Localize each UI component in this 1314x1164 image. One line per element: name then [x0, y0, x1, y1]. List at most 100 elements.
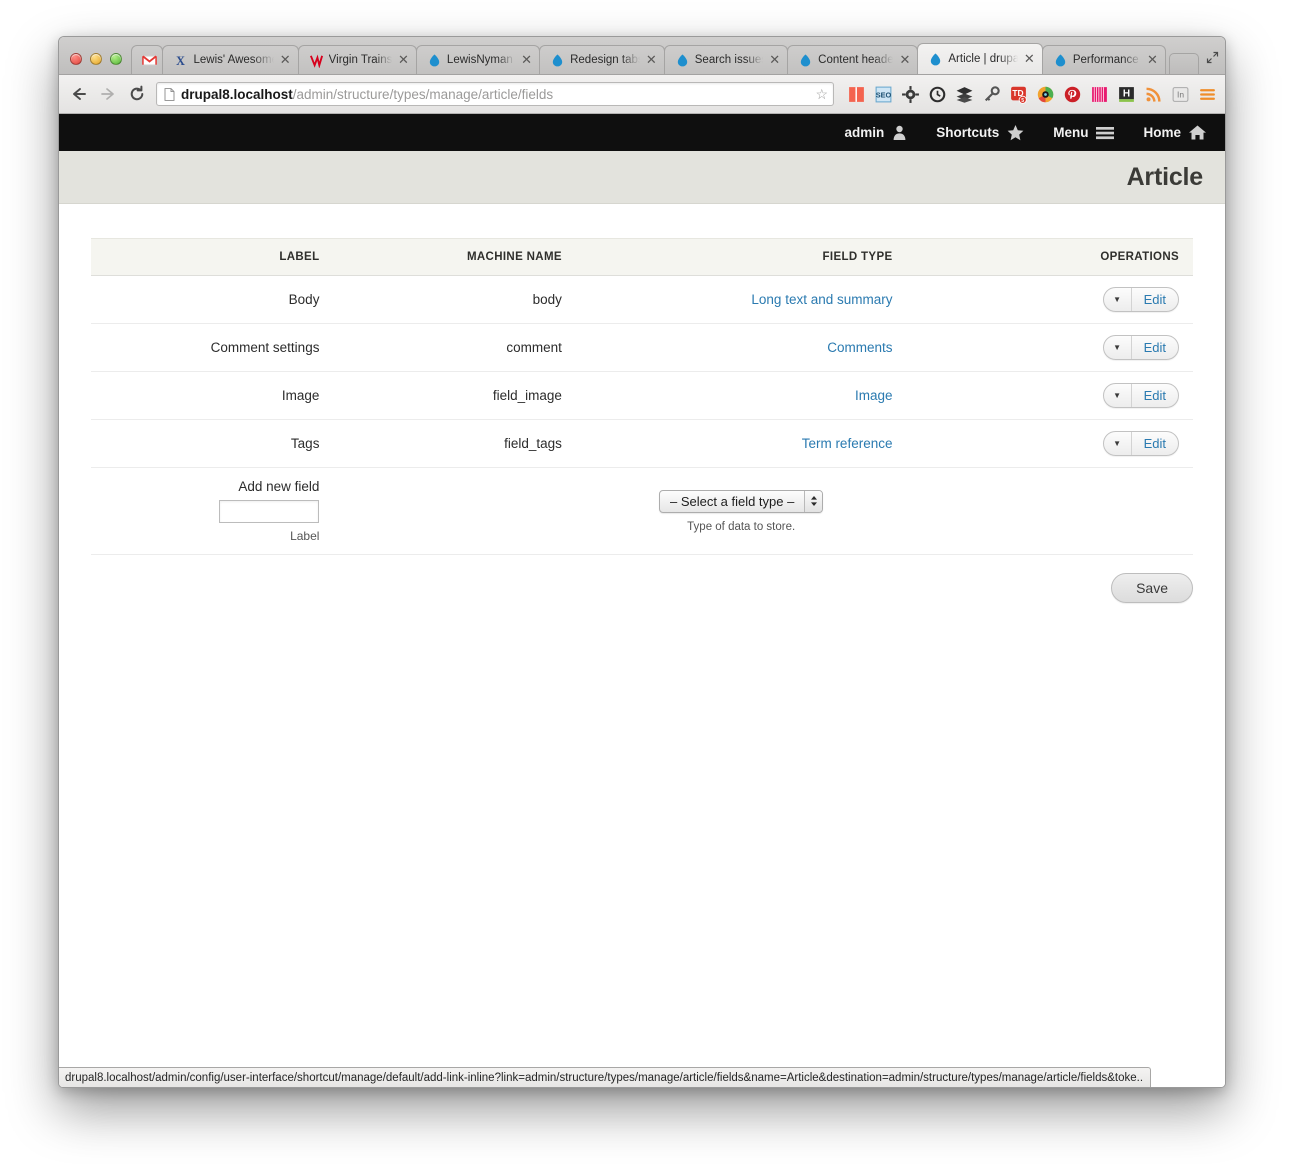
- rss-icon[interactable]: [1144, 85, 1163, 104]
- edit-split-button[interactable]: ▼ Edit: [1102, 431, 1179, 456]
- new-tab-button[interactable]: [1169, 53, 1199, 74]
- browser-toolbar: drupal8.localhost/admin/structure/types/…: [59, 75, 1225, 114]
- tab-title: Search issues: [694, 54, 764, 66]
- cell-label: Body: [91, 275, 334, 324]
- chevron-down-icon[interactable]: ▼: [1104, 384, 1132, 407]
- edit-split-button[interactable]: ▼ Edit: [1102, 287, 1179, 312]
- forward-icon[interactable]: [98, 84, 118, 104]
- edit-button-label[interactable]: Edit: [1132, 288, 1178, 311]
- field-type-link[interactable]: Image: [855, 388, 893, 403]
- pinterest-icon[interactable]: [1063, 85, 1082, 104]
- pattern-icon[interactable]: [1090, 85, 1109, 104]
- user-icon: [893, 125, 906, 140]
- browser-window: X Lewis' Awesome ✕ Virgin Trains: ✕ Lewi…: [58, 36, 1226, 1088]
- browser-tab[interactable]: [131, 45, 164, 74]
- svg-text:In: In: [1177, 89, 1184, 99]
- browser-tab[interactable]: Search issues ✕: [663, 45, 789, 74]
- toolbar-admin-label: admin: [844, 125, 885, 140]
- back-icon[interactable]: [69, 84, 89, 104]
- cell-label: Comment settings: [91, 323, 334, 372]
- field-type-link[interactable]: Long text and summary: [751, 292, 892, 307]
- browser-tab[interactable]: Content header ✕: [787, 45, 919, 74]
- column-header-label: LABEL: [91, 238, 334, 276]
- tab-title: Redesign tabs: [570, 54, 640, 66]
- add-row-field-type-cell: – Select a field type – .Type of data to…: [575, 467, 907, 555]
- chevron-down-icon[interactable]: ▼: [1104, 288, 1132, 311]
- toolbar-home-label: Home: [1143, 125, 1181, 140]
- browser-tab[interactable]: Redesign tabs ✕: [539, 45, 665, 74]
- close-icon[interactable]: ✕: [645, 53, 658, 67]
- home-icon: [1189, 125, 1206, 140]
- field-type-select-wrapper: – Select a field type –: [590, 489, 893, 513]
- key-icon[interactable]: [982, 85, 1001, 104]
- seo-icon[interactable]: SEO: [874, 85, 893, 104]
- field-type-select-value: – Select a field type –: [670, 493, 795, 509]
- close-icon[interactable]: ✕: [1146, 53, 1159, 67]
- chevron-down-icon[interactable]: ▼: [1104, 432, 1132, 455]
- close-icon[interactable]: ✕: [898, 53, 911, 67]
- field-type-link[interactable]: Term reference: [802, 436, 893, 451]
- browser-tab[interactable]: Virgin Trains: ✕: [297, 45, 417, 74]
- toolbar-item-home[interactable]: Home: [1143, 124, 1207, 141]
- close-icon[interactable]: ✕: [768, 53, 781, 67]
- reload-icon[interactable]: [127, 84, 147, 104]
- minimize-window-button[interactable]: [90, 53, 102, 65]
- table-row: ▼ Edit Image field_image Image: [91, 371, 1193, 420]
- add-new-field-row: – Select a field type – .Type of data to…: [91, 467, 1193, 555]
- table-row: ▼ Edit Long text and summary body Body: [91, 275, 1193, 324]
- edit-split-button[interactable]: ▼ Edit: [1102, 335, 1179, 360]
- toolbar-item-menu[interactable]: Menu: [1053, 125, 1115, 141]
- window-controls: [65, 53, 131, 74]
- url-text: drupal8.localhost/admin/structure/types/…: [181, 87, 809, 102]
- bookmark-star-icon[interactable]: ☆: [815, 86, 828, 103]
- close-icon[interactable]: ✕: [520, 53, 533, 67]
- gear-icon[interactable]: [901, 85, 920, 104]
- close-window-button[interactable]: [70, 53, 82, 65]
- maximize-window-button[interactable]: [110, 53, 122, 65]
- edit-button-label[interactable]: Edit: [1132, 432, 1178, 455]
- toolbar-item-admin[interactable]: admin: [844, 124, 908, 141]
- edit-button-label[interactable]: Edit: [1132, 336, 1178, 359]
- tab-title: LewisNyman |: [446, 54, 516, 66]
- close-icon[interactable]: ✕: [1023, 52, 1036, 66]
- edit-button-label[interactable]: Edit: [1132, 384, 1178, 407]
- toolbar-item-shortcuts[interactable]: Shortcuts: [936, 124, 1025, 142]
- field-type-description: .Type of data to store: [687, 520, 796, 533]
- browser-tab[interactable]: Performance | ✕: [1041, 45, 1166, 74]
- chevron-down-icon[interactable]: ▼: [1104, 336, 1132, 359]
- toolbar-menu-label: Menu: [1053, 125, 1089, 140]
- table-header-row: OPERATIONS FIELD TYPE MACHINE NAME LABEL: [91, 238, 1193, 276]
- star-icon: [1007, 124, 1024, 140]
- hootsuite-icon[interactable]: H: [1117, 85, 1136, 104]
- edit-split-button[interactable]: ▼ Edit: [1102, 383, 1179, 408]
- fullscreen-icon[interactable]: [1199, 51, 1225, 74]
- field-type-select[interactable]: – Select a field type –: [659, 489, 824, 513]
- table-head: OPERATIONS FIELD TYPE MACHINE NAME LABEL: [91, 238, 1193, 276]
- url-domain: drupal8.localhost: [181, 86, 293, 102]
- new-field-label-input[interactable]: [219, 500, 320, 523]
- menu-icon[interactable]: [1198, 85, 1217, 104]
- browser-tab[interactable]: X Lewis' Awesome ✕: [162, 45, 299, 74]
- clock-refresh-icon[interactable]: [928, 85, 947, 104]
- colorpicker-icon[interactable]: [1036, 85, 1055, 104]
- cell-operations: ▼ Edit: [906, 371, 1193, 420]
- extensions-bar: SEO TD 5 H In: [843, 85, 1217, 104]
- tab-list: X Lewis' Awesome ✕ Virgin Trains: ✕ Lewi…: [131, 43, 1199, 74]
- select-arrows-icon[interactable]: [804, 490, 823, 512]
- linkedin-icon[interactable]: In: [1171, 85, 1190, 104]
- close-icon[interactable]: ✕: [279, 53, 292, 67]
- drupal-icon: [552, 53, 563, 66]
- address-bar[interactable]: drupal8.localhost/admin/structure/types/…: [156, 82, 834, 106]
- layers-icon[interactable]: [955, 85, 974, 104]
- cell-field-type: Comments: [575, 323, 907, 372]
- browser-tab[interactable]: LewisNyman | ✕: [415, 45, 541, 74]
- save-button[interactable]: Save: [1111, 573, 1193, 603]
- fields-table: OPERATIONS FIELD TYPE MACHINE NAME LABEL…: [91, 238, 1193, 555]
- table-row: ▼ Edit Term reference field_tags Tags: [91, 419, 1193, 468]
- todoist-icon[interactable]: TD5: [1009, 85, 1028, 104]
- browser-tab-active[interactable]: Article | drupal ✕: [917, 43, 1043, 74]
- book-icon[interactable]: [847, 85, 866, 104]
- drupal-icon: [429, 53, 440, 66]
- close-icon[interactable]: ✕: [397, 53, 410, 67]
- field-type-link[interactable]: Comments: [827, 340, 892, 355]
